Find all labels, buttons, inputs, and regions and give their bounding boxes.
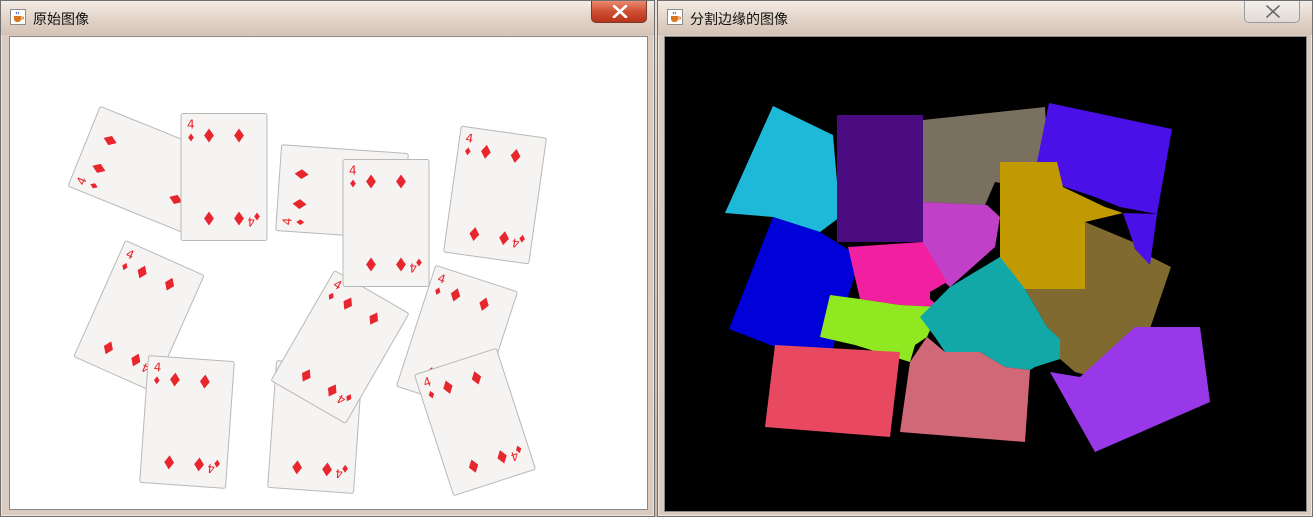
close-x-icon xyxy=(1266,5,1280,18)
playing-card: 44 xyxy=(342,159,430,287)
original-image-canvas: 4444444444444444444444 xyxy=(9,36,648,510)
java-coffee-icon[interactable] xyxy=(10,9,26,25)
playing-card: 44 xyxy=(139,355,235,489)
card-rank: 4 xyxy=(280,217,294,226)
close-button[interactable] xyxy=(591,1,647,23)
close-button[interactable] xyxy=(1244,1,1300,23)
segmented-region xyxy=(837,115,923,242)
card-rank: 4 xyxy=(153,360,162,374)
playing-card: 44 xyxy=(414,348,536,496)
segmented-image-canvas xyxy=(664,36,1307,512)
window-title: 分割边缘的图像 xyxy=(690,12,788,28)
window-title: 原始图像 xyxy=(33,12,89,28)
card-rank: 4 xyxy=(187,118,195,132)
segmented-image-window[interactable]: 分割边缘的图像 xyxy=(657,0,1313,517)
card-rank: 4 xyxy=(335,466,344,480)
card-rank: 4 xyxy=(247,215,255,229)
segmented-region xyxy=(725,106,840,232)
card-rank: 4 xyxy=(349,164,357,178)
java-coffee-icon[interactable] xyxy=(667,9,683,25)
close-x-icon xyxy=(612,5,628,18)
playing-card: 44 xyxy=(443,125,547,265)
title-bar[interactable]: 原始图像 xyxy=(1,1,654,35)
card-rank: 4 xyxy=(207,461,216,475)
segmented-region xyxy=(765,345,900,437)
original-image-window[interactable]: 原始图像 4444444444444444444444 xyxy=(0,0,655,517)
card-rank: 4 xyxy=(409,261,417,275)
playing-card: 44 xyxy=(180,113,268,241)
title-bar[interactable]: 分割边缘的图像 xyxy=(658,1,1312,35)
